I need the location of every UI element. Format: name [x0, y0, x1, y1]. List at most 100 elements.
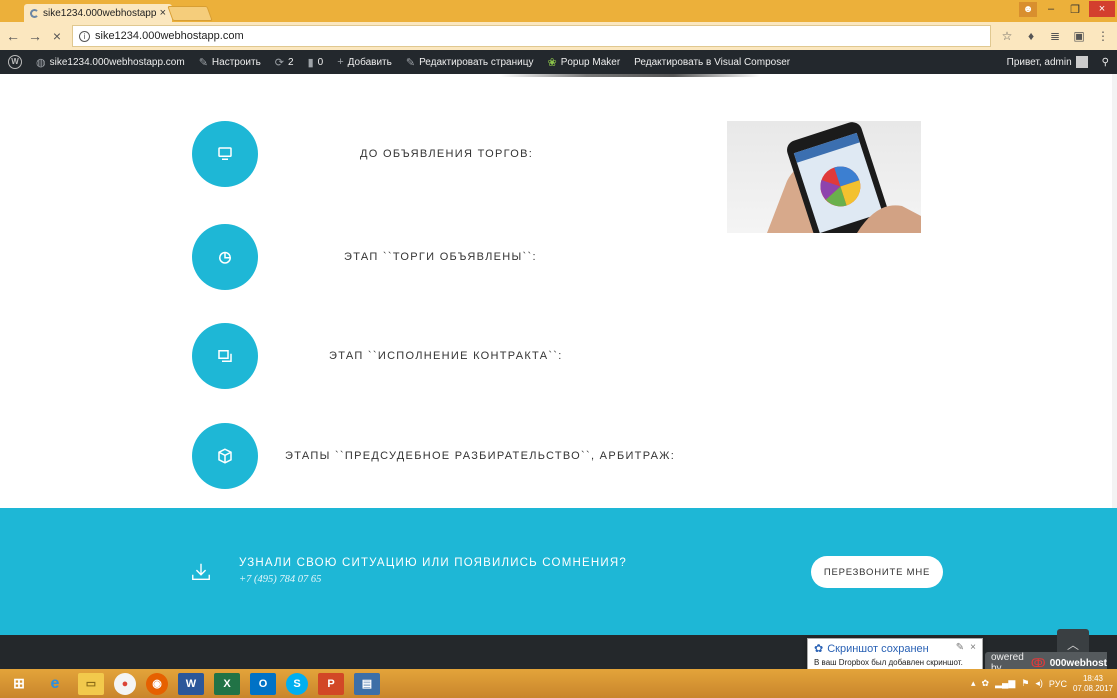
banner-phone[interactable]: +7 (495) 784 07 65: [239, 574, 321, 585]
network-icon[interactable]: ▂▄▆: [995, 678, 1015, 689]
firefox-icon[interactable]: ◉: [146, 672, 168, 695]
hero-image-edge: [500, 74, 760, 77]
windows-taskbar: ⊞ e ▭ ● ◉ W X O S P ▤: [0, 669, 1117, 698]
monitor-icon: [192, 121, 258, 187]
internet-explorer-icon[interactable]: e: [42, 673, 68, 695]
info-icon[interactable]: i: [79, 30, 90, 42]
step-item: ДО ОБЪЯВЛЕНИЯ ТОРГОВ:: [192, 121, 532, 187]
popup-maker-label: Popup Maker: [560, 56, 621, 68]
download-icon: [190, 561, 212, 583]
callback-button[interactable]: ПЕРЕЗВОНИТЕ МНЕ: [811, 556, 943, 588]
browser-toolbar: ← → × i sike1234.000webhostapp.com ☆ ♦ ≣…: [0, 22, 1117, 50]
clock-date: 07.08.2017: [1072, 683, 1113, 693]
step-item: ЭТАП ``ТОРГИ ОБЪЯВЛЕНЫ``:: [192, 224, 536, 290]
edit-page-label: Редактировать страницу: [419, 56, 534, 68]
dashboard-icon: ◍: [36, 56, 46, 69]
banner-title: УЗНАЛИ СВОЮ СИТУАЦИЮ ИЛИ ПОЯВИЛИСЬ СОМНЕ…: [239, 557, 627, 569]
pencil-icon: ✎: [405, 56, 416, 69]
powerpoint-icon[interactable]: P: [318, 672, 344, 695]
close-window-button[interactable]: ×: [1089, 1, 1115, 17]
chrome-icon[interactable]: ●: [114, 672, 136, 695]
word-icon[interactable]: W: [178, 672, 204, 695]
comment-icon: ▮: [307, 56, 314, 69]
adminbar-customize[interactable]: ✎ Настроить: [199, 56, 261, 69]
wordpress-logo-icon[interactable]: W: [8, 55, 22, 69]
adminbar-site[interactable]: ◍ sike1234.000webhostapp.com: [36, 56, 185, 69]
window-controls: ☻ – ❐ ×: [1019, 0, 1117, 18]
step-label: ЭТАПЫ ``ПРЕДСУДЕБНОЕ РАЗБИРАТЕЛЬСТВО``, …: [285, 450, 676, 462]
comments-count: 0: [317, 56, 324, 68]
avatar: [1075, 56, 1088, 68]
brush-icon: ✎: [198, 56, 208, 69]
powered-brand: 000webhost: [1049, 657, 1107, 669]
tab-title: sike1234.000webhostapp: [43, 7, 156, 19]
outlook-icon[interactable]: O: [250, 672, 276, 695]
back-button[interactable]: ←: [6, 28, 20, 44]
updates-count: 2: [288, 56, 294, 68]
clock-time: 18:43: [1082, 673, 1103, 683]
adminbar-visual-composer[interactable]: Редактировать в Visual Composer: [634, 57, 790, 68]
photo-extension-icon[interactable]: ▣: [1071, 29, 1087, 43]
adminbar-account[interactable]: Привет, admin: [1007, 56, 1088, 68]
excel-icon[interactable]: X: [214, 672, 240, 695]
photos-icon[interactable]: ▤: [354, 672, 380, 695]
forward-button[interactable]: →: [28, 28, 42, 44]
system-tray: ▴ ✿ ▂▄▆ ⚑ ◂) РУС 18:43 07.08.2017: [971, 669, 1113, 698]
file-explorer-icon[interactable]: ▭: [78, 672, 104, 695]
loading-spinner-icon: [30, 8, 39, 18]
skype-icon[interactable]: S: [286, 672, 308, 695]
visual-composer-label: Редактировать в Visual Composer: [634, 56, 791, 68]
clock[interactable]: 18:43 07.08.2017: [1073, 674, 1113, 694]
flag-icon[interactable]: ⚑: [1021, 678, 1029, 689]
address-bar[interactable]: i sike1234.000webhostapp.com: [72, 25, 991, 47]
browser-tab[interactable]: sike1234.000webhostapp ×: [24, 4, 172, 22]
pie-chart-icon: [192, 224, 258, 290]
customize-label: Настроить: [211, 56, 261, 68]
smartphone-chart-image: [727, 121, 921, 233]
restore-button[interactable]: ❐: [1065, 3, 1085, 16]
tray-arrow-icon[interactable]: ▴: [971, 678, 976, 689]
adminbar-add-new[interactable]: + Добавить: [337, 56, 392, 68]
copy-icon: [192, 323, 258, 389]
step-item: ЭТАПЫ ``ПРЕДСУДЕБНОЕ РАЗБИРАТЕЛЬСТВО``, …: [192, 423, 674, 489]
menu-icon[interactable]: ⋮: [1095, 29, 1111, 43]
popup-maker-icon: ❀: [547, 56, 557, 69]
dropbox-icon: ✿: [814, 643, 824, 655]
url-text: sike1234.000webhostapp.com: [95, 30, 244, 42]
updates-icon: ⟳: [274, 56, 285, 69]
browser-tabstrip: sike1234.000webhostapp × ☻ – ❐ ×: [0, 0, 1117, 22]
adminbar-popup-maker[interactable]: ❀ Popup Maker: [547, 56, 620, 69]
stop-button[interactable]: ×: [50, 28, 64, 44]
notification-body: В ваш Dropbox был добавлен скриншот.: [814, 658, 963, 667]
page-content: ДО ОБЪЯВЛЕНИЯ ТОРГОВ: ЭТАП ``ТОРГИ ОБЪЯВ…: [0, 74, 1117, 508]
extension-icon[interactable]: ♦: [1023, 29, 1039, 43]
step-label: ЭТАП ``ТОРГИ ОБЪЯВЛЕНЫ``:: [344, 251, 537, 263]
tab-close-icon[interactable]: ×: [160, 7, 166, 19]
adminbar-updates[interactable]: ⟳ 2: [275, 56, 294, 69]
adminbar-edit-page[interactable]: ✎ Редактировать страницу: [406, 56, 534, 69]
wp-admin-bar: W ◍ sike1234.000webhostapp.com ✎ Настрои…: [0, 50, 1117, 74]
notes-extension-icon[interactable]: ≣: [1047, 29, 1063, 43]
dropbox-tray-icon[interactable]: ✿: [982, 678, 990, 689]
add-new-label: Добавить: [347, 56, 392, 68]
webhost-logo-icon: ↂ: [1030, 656, 1046, 670]
site-name: sike1234.000webhostapp.com: [49, 56, 185, 68]
greeting: Привет, admin: [1006, 56, 1072, 68]
box-icon: [192, 423, 258, 489]
adminbar-search[interactable]: ⚲: [1102, 57, 1109, 68]
new-tab-button[interactable]: [167, 6, 213, 21]
adminbar-comments[interactable]: ▮ 0: [308, 56, 324, 69]
step-label: ДО ОБЪЯВЛЕНИЯ ТОРГОВ:: [360, 148, 534, 160]
minimize-button[interactable]: –: [1041, 3, 1061, 15]
step-item: ЭТАП ``ИСПОЛНЕНИЕ КОНТРАКТА``:: [192, 323, 561, 389]
windows-start-icon[interactable]: ⊞: [6, 673, 32, 695]
user-profile-icon[interactable]: ☻: [1019, 1, 1037, 17]
search-icon: ⚲: [1101, 56, 1109, 68]
notification-title: Скриншот сохранен: [827, 642, 929, 655]
plus-icon: +: [337, 56, 344, 68]
close-icon[interactable]: ×: [970, 642, 976, 653]
volume-icon[interactable]: ◂): [1035, 678, 1043, 689]
settings-icon[interactable]: ✎: [956, 642, 964, 653]
bookmark-star-icon[interactable]: ☆: [999, 29, 1015, 43]
language-indicator[interactable]: РУС: [1049, 679, 1067, 689]
